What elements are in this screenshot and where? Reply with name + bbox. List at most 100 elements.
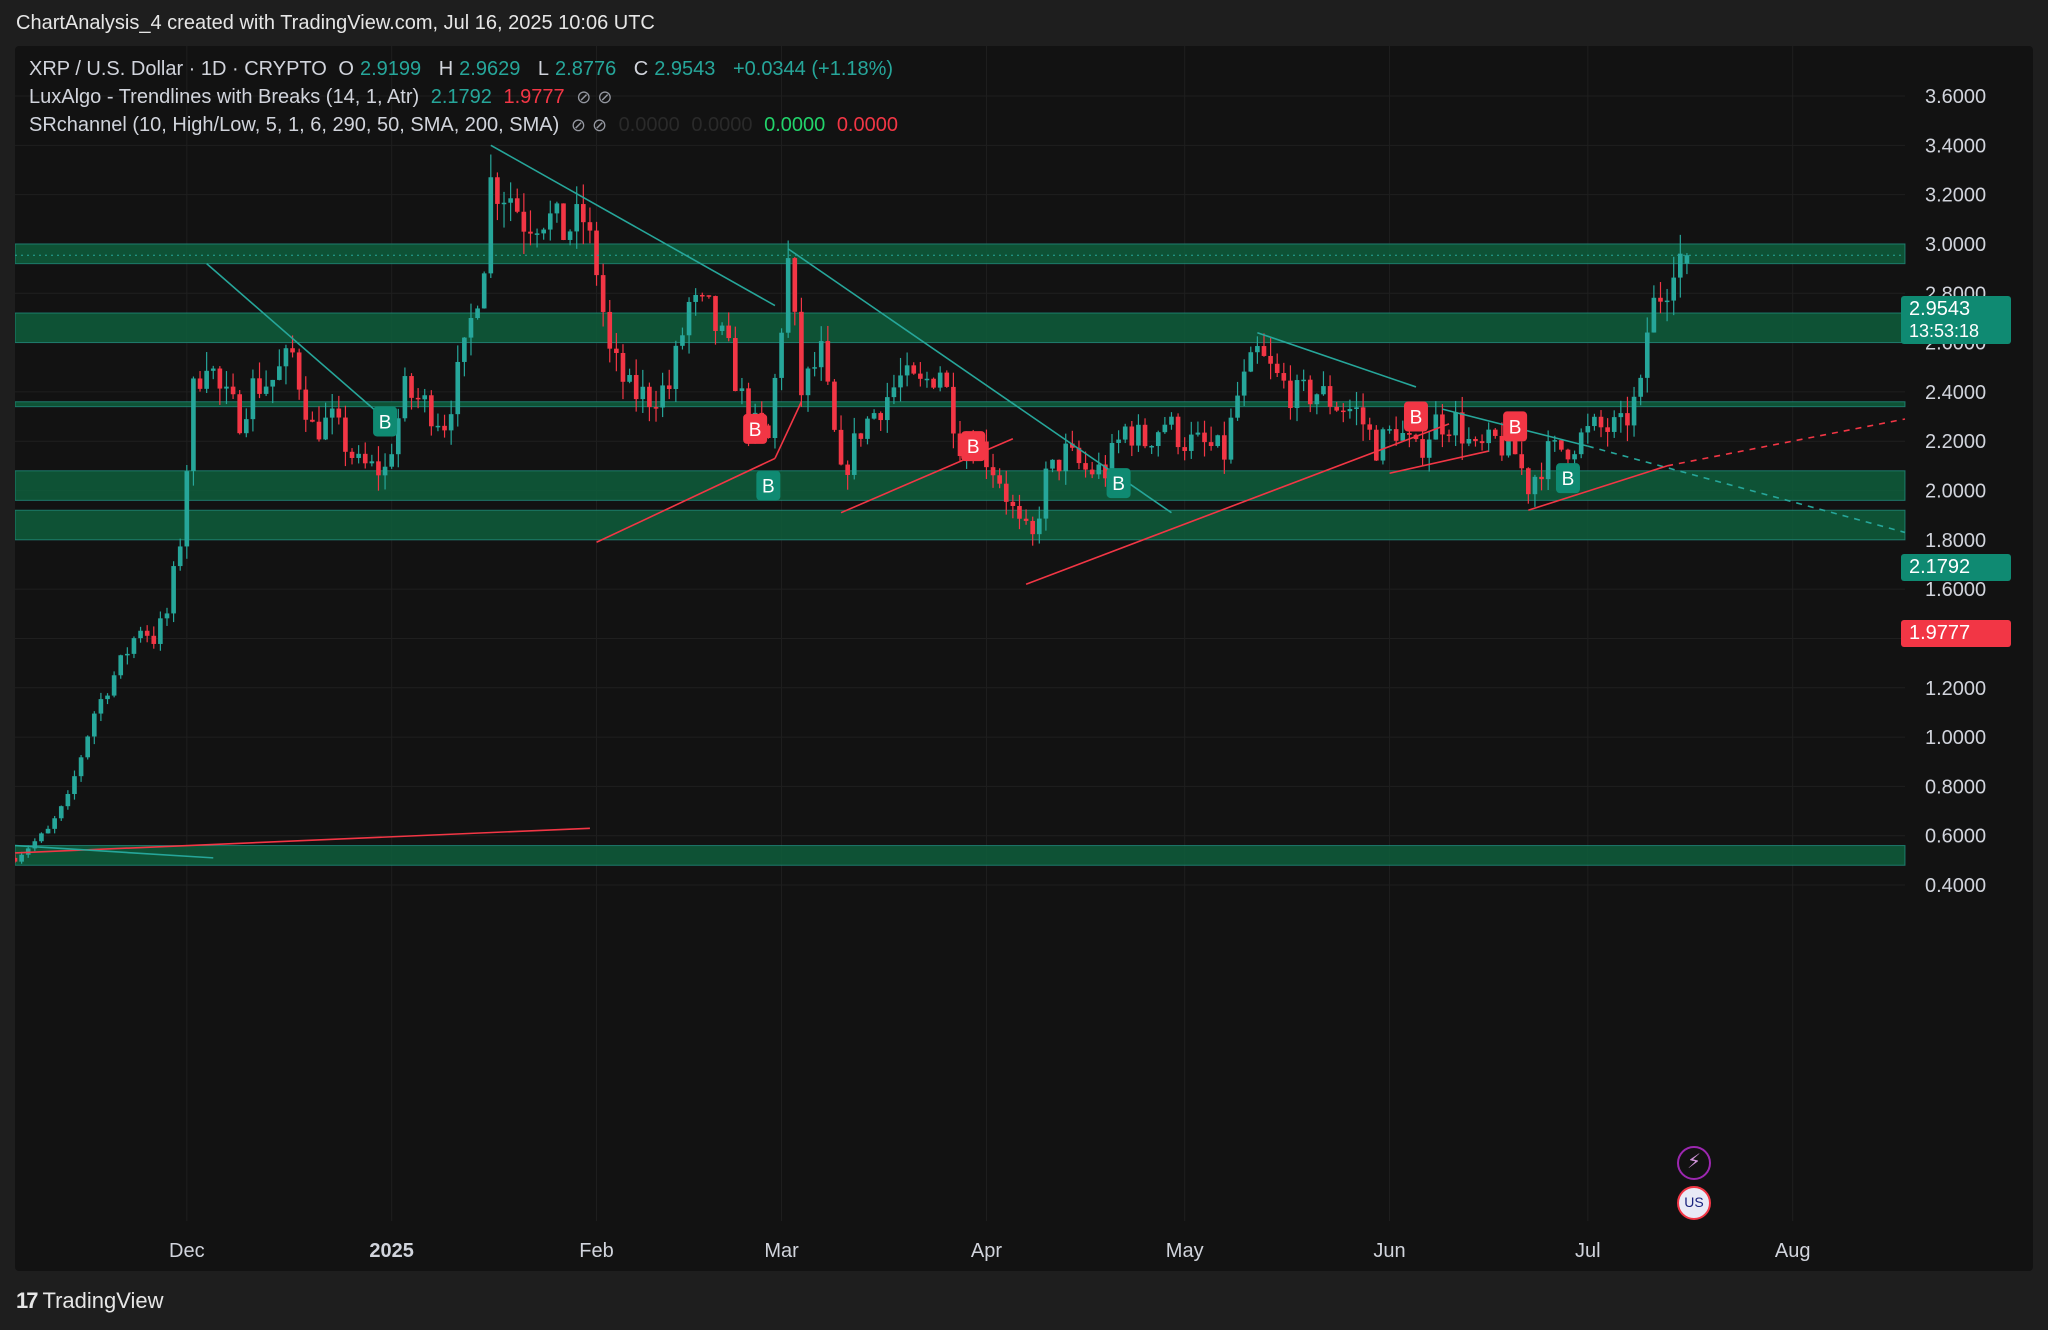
sr-zone xyxy=(15,470,1906,501)
candle-countdown: 13:53:18 xyxy=(1909,321,1980,341)
candle-body xyxy=(369,461,375,464)
candle-body xyxy=(799,311,804,396)
ohlc-open: O 2.9199 xyxy=(338,58,422,80)
candle-body xyxy=(171,566,176,614)
candle-body xyxy=(660,385,665,408)
candle-body xyxy=(514,198,520,212)
candle-body xyxy=(739,388,745,392)
candle-body xyxy=(785,258,791,333)
candle-body xyxy=(45,828,51,834)
candle-body xyxy=(1354,407,1359,409)
candle-body xyxy=(574,204,580,232)
break-marker-label: B xyxy=(1410,408,1423,429)
candle-body xyxy=(884,397,890,421)
indicator2-value-1: 0.0000 xyxy=(618,114,680,136)
candle-body xyxy=(475,308,480,319)
candle-body xyxy=(376,461,381,476)
candle-body xyxy=(633,375,639,400)
indicator-legend-srchannel[interactable]: SRchannel (10, High/Low, 5, 1, 6, 290, 5… xyxy=(29,114,904,137)
candle-body xyxy=(1486,429,1491,444)
candle-body xyxy=(1169,416,1174,425)
candle-body xyxy=(58,806,64,819)
candle-body xyxy=(818,341,824,368)
candle-body xyxy=(1056,459,1062,472)
candle-body xyxy=(640,386,646,400)
candle-body xyxy=(1188,434,1194,451)
candle-body xyxy=(277,366,282,380)
candle-body xyxy=(937,372,943,388)
candle-body xyxy=(382,466,388,476)
y-tick-label: 2.2000 xyxy=(1925,431,1986,453)
y-tick-label: 3.2000 xyxy=(1925,185,1986,207)
price-chart[interactable]: B BBBBB BB3.60003.40003.20003.00002.80002.… xyxy=(15,46,2033,1271)
candle-body xyxy=(409,376,414,398)
candle-body xyxy=(832,381,837,430)
candle-body xyxy=(131,638,137,654)
candle-body xyxy=(1479,441,1485,444)
candle-body xyxy=(1096,464,1102,475)
candle-body xyxy=(303,389,309,420)
candle-body xyxy=(429,395,434,427)
candle-body xyxy=(891,387,897,398)
candle-body xyxy=(521,211,527,232)
indicator-legend-luxalgo[interactable]: LuxAlgo - Trendlines with Breaks (14, 1,… xyxy=(29,86,618,109)
candle-body xyxy=(581,204,586,223)
candle-body xyxy=(1222,435,1227,460)
candle-body xyxy=(1387,429,1392,431)
us-flag-icon[interactable]: US xyxy=(1677,1186,1711,1220)
y-tick-label: 3.0000 xyxy=(1925,234,1986,256)
trendline-support xyxy=(1666,418,1906,467)
break-marker-label: B xyxy=(1112,474,1125,495)
candle-body xyxy=(343,417,348,452)
candle-body xyxy=(1083,463,1088,470)
indicator2-value-2: 0.0000 xyxy=(691,114,753,136)
candle-body xyxy=(594,230,599,276)
symbol-name[interactable]: XRP / U.S. Dollar · 1D · CRYPTO xyxy=(29,58,327,80)
candle-body xyxy=(144,630,150,636)
candle-body xyxy=(501,202,507,205)
candle-body xyxy=(468,318,474,338)
candle-body xyxy=(1023,518,1029,521)
candle-body xyxy=(257,378,262,394)
brand-name: TradingView xyxy=(42,1288,164,1313)
candle-body xyxy=(534,233,540,235)
candle-body xyxy=(65,794,71,807)
candle-body xyxy=(250,378,256,420)
sr-zone xyxy=(15,401,1906,408)
break-marker-label: B xyxy=(1509,417,1522,438)
candle-body xyxy=(177,546,183,567)
candle-body xyxy=(1618,413,1624,418)
candle-body xyxy=(1407,432,1412,435)
chart-panel[interactable]: B B B B B B B B 3.6000 3.4000 3.2000 3.0000 2.8000 2.… xyxy=(15,46,2033,1271)
candle-body xyxy=(1241,371,1247,396)
candle-body xyxy=(951,386,956,434)
candle-body xyxy=(825,341,831,382)
candle-body xyxy=(1360,407,1366,425)
indicator2-value-3: 0.0000 xyxy=(764,114,826,136)
candle-body xyxy=(680,335,685,346)
candle-body xyxy=(918,373,923,379)
candle-body xyxy=(1598,416,1604,428)
x-tick-label: Jun xyxy=(1373,1240,1405,1262)
chart-caption: ChartAnalysis_4 created with TradingView… xyxy=(16,12,655,34)
lower-trend-tag: 1.9777 xyxy=(1901,620,2011,647)
candle-body xyxy=(944,372,950,387)
candle-body xyxy=(1519,454,1525,469)
candle-body xyxy=(666,385,672,389)
lightning-icon[interactable]: ⚡ xyxy=(1677,1146,1711,1180)
candle-body xyxy=(125,653,130,656)
y-tick-label: 0.8000 xyxy=(1925,776,1986,798)
candle-body xyxy=(197,378,203,389)
candle-body xyxy=(237,394,242,434)
candle-body xyxy=(362,453,368,464)
candle-body xyxy=(1658,297,1663,302)
x-tick-label: Feb xyxy=(579,1240,613,1262)
candle-body xyxy=(323,417,328,440)
tradingview-brand[interactable]: 17 TradingView xyxy=(16,1288,164,1314)
candle-body xyxy=(1374,429,1379,461)
y-tick-label: 2.0000 xyxy=(1925,481,1986,503)
y-tick-label: 3.4000 xyxy=(1925,135,1986,157)
candle-body xyxy=(15,857,18,862)
break-marker-label: B xyxy=(749,420,762,441)
candle-body xyxy=(997,475,1002,484)
